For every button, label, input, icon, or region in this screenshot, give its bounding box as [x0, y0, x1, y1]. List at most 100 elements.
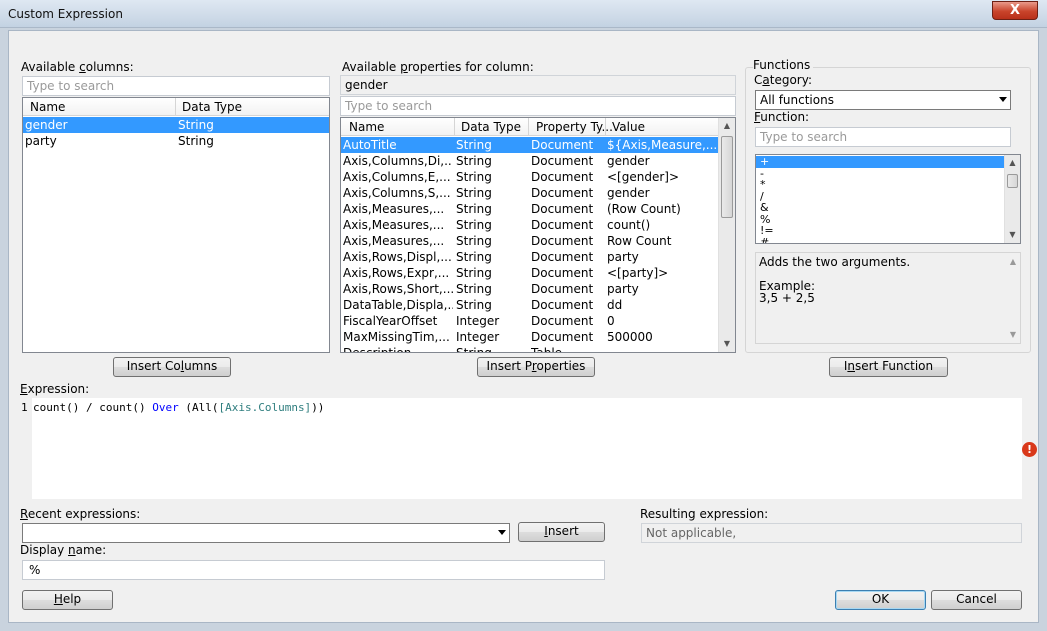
column-type: String — [178, 118, 214, 132]
property-name: FiscalYearOffset — [343, 314, 438, 328]
property-name: Axis,Measures,... — [343, 234, 445, 248]
function-item[interactable]: & — [756, 202, 1004, 214]
property-row[interactable]: Axis,Columns,Di,... String Document gender — [341, 153, 719, 169]
property-type: String — [456, 202, 492, 216]
property-row[interactable]: Axis,Columns,S,... String Document gender — [341, 185, 719, 201]
properties-search-input[interactable]: Type to search — [340, 96, 736, 116]
insert-function-button[interactable]: Insert Function — [829, 357, 948, 377]
property-row[interactable]: AutoTitle String Document ${Axis,Measure,..… — [341, 137, 719, 153]
function-item[interactable]: #.... — [756, 236, 1004, 243]
prop-header-property-type[interactable]: Property Ty... — [536, 120, 613, 134]
property-row[interactable]: Axis,Rows,Displ,... String Document party — [341, 249, 719, 265]
property-row[interactable]: MaxMissingTim,... Integer Document 500000 — [341, 329, 719, 345]
insert-recent-button[interactable]: Insert — [518, 522, 605, 542]
scroll-up-icon[interactable]: ▲ — [719, 118, 735, 134]
property-type: String — [456, 170, 492, 184]
insert-columns-button[interactable]: Insert Columns — [113, 357, 231, 377]
property-name: Axis,Columns,S,... — [343, 186, 451, 200]
column-name: gender — [25, 118, 68, 132]
property-type: String — [456, 218, 492, 232]
property-type: String — [456, 346, 492, 353]
property-row[interactable]: Axis,Rows,Short,... String Document party — [341, 281, 719, 297]
column-row-gender[interactable]: gender String — [23, 117, 329, 133]
scroll-up-icon[interactable]: ▲ — [1005, 155, 1020, 171]
property-row[interactable]: FiscalYearOffset Integer Document 0 — [341, 313, 719, 329]
functions-scrollbar[interactable]: ▲ ▼ — [1004, 155, 1020, 243]
column-type: String — [178, 134, 214, 148]
function-item[interactable]: + — [756, 156, 1004, 168]
property-name: Axis,Measures,... — [343, 218, 445, 232]
cancel-button[interactable]: Cancel — [931, 590, 1022, 610]
help-button[interactable]: Help — [22, 590, 113, 610]
property-type: String — [456, 250, 492, 264]
scroll-down-icon[interactable]: ▼ — [719, 336, 735, 352]
close-button[interactable]: X — [992, 1, 1038, 20]
columns-search-input[interactable]: Type to search — [22, 76, 330, 96]
prop-header-type[interactable]: Data Type — [461, 120, 521, 134]
scroll-down-icon[interactable]: ▼ — [1010, 330, 1016, 339]
scroll-down-icon[interactable]: ▼ — [1005, 227, 1020, 243]
display-name-input[interactable]: % — [22, 560, 605, 580]
function-item[interactable]: / — [756, 190, 1004, 203]
category-select[interactable]: All functions — [755, 90, 1011, 110]
property-row[interactable]: Axis,Measures,... String Document (Row Coun… — [341, 201, 719, 217]
scroll-thumb[interactable] — [721, 136, 733, 218]
recent-expressions-select[interactable] — [22, 523, 510, 543]
property-type: String — [456, 138, 492, 152]
property-kind: Document — [531, 250, 594, 264]
property-kind: Document — [531, 170, 594, 184]
property-value: ${Axis,Measure,... — [607, 138, 717, 152]
scroll-thumb[interactable] — [1007, 174, 1018, 188]
function-description-box: Adds the two arguments. Example: 3,5 + 2… — [755, 252, 1021, 344]
function-item[interactable]: % — [756, 213, 1004, 226]
properties-list: Name Data Type Property Ty... Value Auto… — [340, 117, 736, 353]
category-label: Category: — [754, 73, 813, 87]
insert-properties-button[interactable]: Insert Properties — [477, 357, 595, 377]
function-item[interactable]: * — [756, 179, 1004, 191]
prop-header-name[interactable]: Name — [349, 120, 384, 134]
property-value: gender — [607, 186, 650, 200]
columns-label: Available columns: — [21, 60, 134, 74]
properties-label: Available properties for column: — [342, 60, 534, 74]
property-type: String — [456, 282, 492, 296]
property-kind: Document — [531, 282, 594, 296]
property-value: 500000 — [607, 330, 653, 344]
window-title: Custom Expression — [8, 7, 123, 21]
line-number: 1 — [21, 401, 28, 414]
col-header-name[interactable]: Name — [30, 100, 65, 114]
property-row[interactable]: Axis,Measures,... String Document count() — [341, 217, 719, 233]
ok-button[interactable]: OK — [835, 590, 926, 610]
property-value: <[party]> — [607, 266, 669, 280]
title-bar — [0, 0, 1047, 28]
expression-code: count() / count() Over (All([Axis.Column… — [33, 401, 325, 414]
category-value: All functions — [760, 93, 834, 107]
property-row[interactable]: Axis,Measures,... String Document Row Count — [341, 233, 719, 249]
property-row[interactable]: DataTable,Displa,... String Document dd — [341, 297, 719, 313]
recent-label: Recent expressions: — [20, 507, 141, 521]
property-name: Description — [343, 346, 412, 353]
property-type: String — [456, 186, 492, 200]
function-item[interactable]: != — [756, 225, 1004, 237]
chevron-down-icon — [999, 97, 1007, 102]
prop-header-value[interactable]: Value — [612, 120, 645, 134]
error-icon: ! — [1022, 442, 1037, 457]
property-name: AutoTitle — [343, 138, 397, 152]
property-value: 0 — [607, 314, 615, 328]
property-row[interactable]: Description String Table — [341, 345, 719, 353]
property-type: String — [456, 154, 492, 168]
expression-editor[interactable]: count() / count() Over (All([Axis.Column… — [32, 398, 1022, 499]
property-row[interactable]: Axis,Columns,E,... String Document <[gender… — [341, 169, 719, 185]
col-header-type[interactable]: Data Type — [182, 100, 242, 114]
property-type: Integer — [456, 314, 500, 328]
functions-list: + - * / &% != #.... ▲ ▼ — [755, 154, 1021, 244]
properties-scrollbar[interactable]: ▲ ▼ — [718, 118, 735, 352]
property-row[interactable]: Axis,Rows,Expr,... String Document <[party]… — [341, 265, 719, 281]
functions-search-input[interactable]: Type to search — [755, 127, 1011, 147]
column-row-party[interactable]: party String — [23, 133, 329, 149]
property-kind: Table — [531, 346, 563, 353]
property-name: Axis,Columns,E,... — [343, 170, 451, 184]
scroll-up-icon[interactable]: ▲ — [1010, 257, 1016, 266]
display-name-label: Display name: — [20, 543, 107, 557]
function-item[interactable]: - — [756, 167, 1004, 180]
property-value: Row Count — [607, 234, 672, 248]
